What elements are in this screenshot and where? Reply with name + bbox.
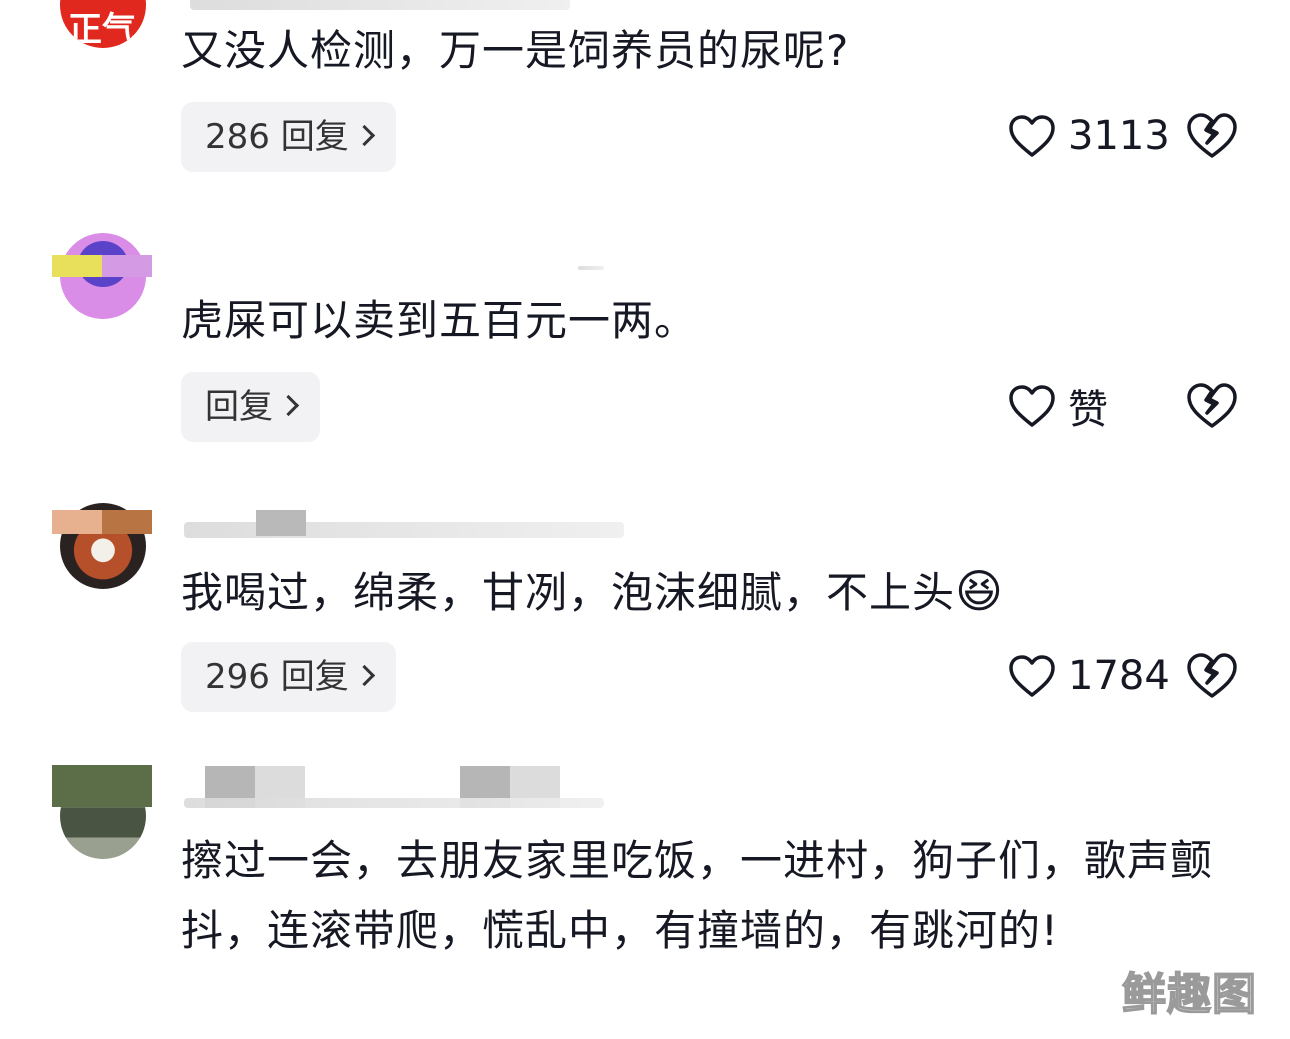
comment-body: 我喝过，绵柔，甘冽，泡沫细腻，不上头 bbox=[181, 568, 956, 617]
like-count: 1784 bbox=[1068, 653, 1170, 699]
broken-heart-icon[interactable] bbox=[1186, 112, 1238, 160]
comment-text: 虎屎可以卖到五百元一两。 bbox=[181, 296, 698, 345]
heart-outline-icon bbox=[1009, 385, 1055, 427]
reply-button[interactable]: 286 回复 bbox=[181, 102, 396, 172]
heart-outline-icon bbox=[1009, 115, 1055, 157]
like-label: 赞 bbox=[1068, 387, 1108, 433]
comment-text: 擦过一会，去朋友家里吃饭，一进村，狗子们，歌声颤抖，连滚带爬，慌乱中，有撞墙的，… bbox=[181, 836, 1214, 955]
username-redacted bbox=[190, 0, 570, 10]
heart-outline-icon bbox=[1009, 655, 1055, 697]
chevron-right-icon bbox=[353, 124, 375, 147]
reply-label: 296 回复 bbox=[205, 657, 349, 697]
avatar-censor bbox=[52, 255, 152, 277]
comment-text: 我喝过，绵柔，甘冽，泡沫细腻，不上头😆 bbox=[181, 556, 1241, 628]
reply-button[interactable]: 回复 bbox=[181, 372, 320, 442]
watermark: 鲜趣图 bbox=[1121, 968, 1257, 1021]
username-censor bbox=[256, 510, 306, 536]
like-count: 3113 bbox=[1068, 113, 1170, 159]
username-redacted bbox=[184, 798, 604, 808]
username-redacted bbox=[184, 522, 624, 538]
avatar-text: 正气 bbox=[68, 10, 136, 48]
username-redacted bbox=[578, 266, 604, 270]
like-button[interactable]: 赞 bbox=[1008, 376, 1108, 436]
chevron-right-icon bbox=[353, 664, 375, 687]
broken-heart-icon[interactable] bbox=[1186, 382, 1238, 430]
laughing-emoji-icon: 😆 bbox=[955, 564, 1004, 618]
avatar[interactable]: 正气 bbox=[60, 0, 146, 48]
chevron-right-icon bbox=[277, 394, 300, 417]
like-button[interactable]: 1784 bbox=[1008, 646, 1170, 706]
reply-button[interactable]: 296 回复 bbox=[181, 642, 396, 712]
reply-label: 286 回复 bbox=[205, 117, 349, 157]
comment-text: 又没人检测，万一是饲养员的尿呢? bbox=[181, 26, 850, 75]
avatar-censor bbox=[52, 510, 152, 534]
reply-label: 回复 bbox=[205, 387, 273, 427]
avatar-censor bbox=[52, 765, 152, 807]
like-button[interactable]: 3113 bbox=[1008, 106, 1170, 166]
broken-heart-icon[interactable] bbox=[1186, 652, 1238, 700]
